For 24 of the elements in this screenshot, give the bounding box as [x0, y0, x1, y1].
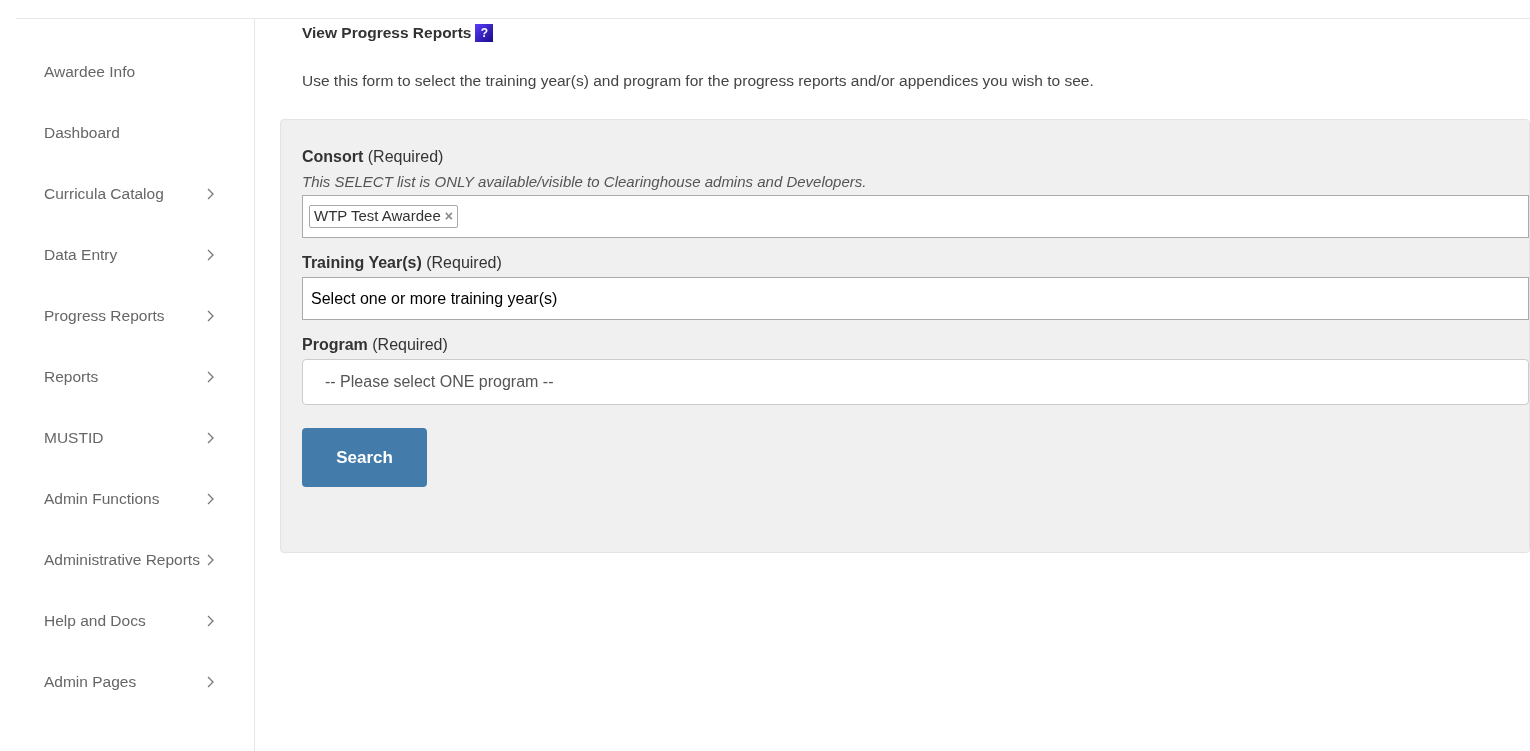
tag-label: WTP Test Awardee — [314, 206, 441, 227]
sidebar-item[interactable]: Curricula Catalog — [16, 183, 254, 205]
sidebar-item[interactable]: Dashboard — [16, 122, 254, 144]
sidebar-item[interactable]: Reports — [16, 366, 254, 388]
multi-select-field[interactable]: WTP Test Awardee × — [302, 195, 1529, 238]
search-button[interactable]: Search — [302, 428, 427, 487]
sidebar-item[interactable]: Admin Pages — [16, 671, 254, 693]
program-dropdown[interactable]: -- Please select ONE program -- — [302, 359, 1529, 405]
page-title: View Progress Reports — [302, 23, 472, 43]
field-label: Training Year(s) (Required) — [302, 253, 503, 273]
sidebar-item[interactable]: Admin Functions — [16, 488, 254, 510]
multi-select-field[interactable]: Select one or more training year(s) — [302, 277, 1529, 320]
sidebar-item[interactable]: MUSTID — [16, 427, 254, 449]
help-icon[interactable]: ? — [475, 23, 494, 42]
field-label: Consort (Required) — [302, 146, 445, 167]
field-label: Program (Required) — [302, 335, 449, 355]
intro-text: Use this form to select the training year(s) and program for the progress reports and/or appendices you wish to see. — [302, 71, 1095, 92]
help-text: This SELECT list is ONLY available/visible to Clearinghouse admins and Developers. — [302, 171, 868, 192]
sidebar-item[interactable]: Administrative Reports — [16, 549, 254, 571]
sidebar-item[interactable]: Help and Docs — [16, 610, 254, 632]
sidebar-item[interactable]: Data Entry — [16, 244, 254, 266]
sidebar-item[interactable]: Progress Reports — [16, 305, 254, 327]
remove-icon[interactable]: × — [444, 206, 453, 227]
sidebar-item[interactable]: Awardee Info — [16, 61, 254, 83]
